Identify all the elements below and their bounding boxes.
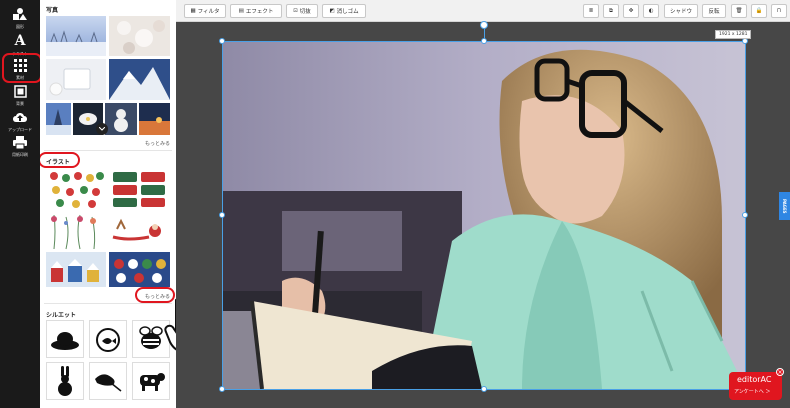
crop-label: 切抜 bbox=[299, 9, 311, 15]
filter-icon: ▦ bbox=[190, 8, 196, 14]
flip-button[interactable]: 反転 bbox=[702, 4, 726, 18]
illust-thumb-santa-sleigh[interactable] bbox=[109, 211, 170, 251]
photos-section-title: 写真 bbox=[46, 7, 59, 14]
resize-handle-bottom[interactable] bbox=[481, 386, 487, 392]
crop-button[interactable]: ⊡ 切抜 bbox=[286, 4, 318, 18]
expand-chevron-button[interactable] bbox=[96, 123, 108, 135]
silhouette-thumb-fishbowl[interactable] bbox=[89, 320, 127, 358]
resize-handle-bottom-left[interactable] bbox=[219, 386, 225, 392]
upload-icon bbox=[12, 109, 28, 125]
section-divider bbox=[44, 150, 172, 151]
silhouette-thumb-cow[interactable] bbox=[132, 362, 170, 400]
canvas-photo-woman-writing[interactable] bbox=[222, 41, 746, 389]
resize-handle-top[interactable] bbox=[481, 38, 487, 44]
illust-thumb-labels[interactable] bbox=[109, 168, 170, 210]
eraser-label: 消しゴム bbox=[336, 9, 359, 15]
photo-thumb-mountain[interactable] bbox=[109, 59, 170, 100]
crop-icon: ⊡ bbox=[293, 8, 298, 14]
illust-title-highlight bbox=[40, 152, 80, 168]
photo-thumb-desk[interactable] bbox=[46, 59, 106, 100]
print-icon bbox=[13, 134, 27, 150]
silhouette-thumb-hat[interactable] bbox=[46, 320, 84, 358]
layers-icon: ≣ bbox=[588, 8, 594, 14]
asset-panel: 写真 もっとみる イラスト もっとみる シルエット bbox=[40, 0, 176, 408]
text-icon: A bbox=[14, 33, 26, 49]
filter-label: フィルタ bbox=[197, 9, 220, 15]
effect-label: エフェクト bbox=[245, 9, 274, 15]
silhouette-section-title: シルエット bbox=[46, 312, 77, 319]
close-icon: × bbox=[777, 368, 783, 376]
lock-button[interactable]: 🔒 bbox=[751, 4, 767, 18]
lock-icon: 🔒 bbox=[755, 8, 763, 14]
section-divider bbox=[44, 303, 172, 304]
survey-cta: アンケートへ ＞ bbox=[734, 389, 771, 395]
survey-close-button[interactable]: × bbox=[776, 368, 784, 376]
eraser-button[interactable]: ◩ 消しゴム bbox=[322, 4, 366, 18]
shapes-icon bbox=[13, 6, 27, 22]
illust-thumb-winter-town[interactable] bbox=[46, 252, 106, 287]
delete-button[interactable]: 🗑 bbox=[731, 4, 747, 18]
silhouette-thumb-rabbit[interactable] bbox=[46, 362, 84, 400]
paint-roller-icon: ⊓ bbox=[776, 8, 782, 14]
photo-thumb-snowman[interactable] bbox=[105, 103, 137, 135]
layer-button[interactable]: ≣ bbox=[583, 4, 599, 18]
photo-thumb-flowers[interactable] bbox=[109, 16, 170, 56]
opacity-button[interactable]: ◐ bbox=[643, 4, 659, 18]
left-icon-rail: 図形 A テキスト 素材 背景 アップロード 用紙印刷 bbox=[0, 0, 42, 408]
pointer-hand-icon bbox=[164, 296, 176, 360]
shadow-button[interactable]: シャドウ bbox=[664, 4, 698, 18]
size-badge: 1921 x 1281 bbox=[715, 30, 752, 39]
top-toolbar: ▦ フィルタ ▤ エフェクト ⊡ 切抜 ◩ 消しゴム ≣ ⧉ ✥ ◐ シャドウ 反転 🗑… bbox=[176, 0, 790, 22]
eraser-icon: ◩ bbox=[329, 8, 335, 14]
photos-more-link[interactable]: もっとみる bbox=[145, 140, 170, 147]
resize-handle-right[interactable] bbox=[742, 212, 748, 218]
move-icon: ✥ bbox=[628, 8, 634, 14]
photo-thumb-winter-lake[interactable] bbox=[46, 16, 106, 56]
illust-thumb-christmas-ornaments[interactable] bbox=[46, 168, 106, 210]
grid-icon bbox=[13, 57, 27, 73]
photo-thumb-sunset[interactable] bbox=[139, 103, 170, 135]
chevron-down-icon bbox=[99, 127, 105, 131]
rotate-handle[interactable] bbox=[480, 21, 488, 29]
paint-button[interactable]: ⊓ bbox=[771, 4, 787, 18]
survey-banner[interactable]: editorAC アンケートへ ＞ bbox=[729, 372, 782, 400]
move-button[interactable]: ✥ bbox=[623, 4, 639, 18]
filter-button[interactable]: ▦ フィルタ bbox=[184, 4, 226, 18]
trash-icon: 🗑 bbox=[735, 8, 743, 14]
resize-handle-top-left[interactable] bbox=[219, 38, 225, 44]
effect-icon: ▤ bbox=[238, 8, 244, 14]
copy-icon: ⧉ bbox=[609, 7, 613, 14]
duplicate-button[interactable]: ⧉ bbox=[603, 4, 619, 18]
silhouette-thumb-stingray[interactable] bbox=[89, 362, 127, 400]
flip-label: 反転 bbox=[708, 9, 720, 15]
resize-handle-left[interactable] bbox=[219, 212, 225, 218]
pages-tab[interactable]: PAGES bbox=[779, 192, 790, 220]
rail-label: 用紙印刷 bbox=[12, 152, 28, 157]
illust-thumb-christmas-characters[interactable] bbox=[109, 252, 170, 287]
rail-item-print[interactable]: 用紙印刷 bbox=[0, 128, 40, 164]
shadow-label: シャドウ bbox=[669, 9, 692, 15]
illust-thumb-botanical[interactable] bbox=[46, 211, 106, 251]
effect-button[interactable]: ▤ エフェクト bbox=[230, 4, 282, 18]
contrast-icon: ◐ bbox=[648, 8, 654, 14]
photo-thumb-tree[interactable] bbox=[46, 103, 71, 135]
background-icon bbox=[13, 83, 27, 99]
survey-brand: editorAC bbox=[737, 375, 772, 384]
